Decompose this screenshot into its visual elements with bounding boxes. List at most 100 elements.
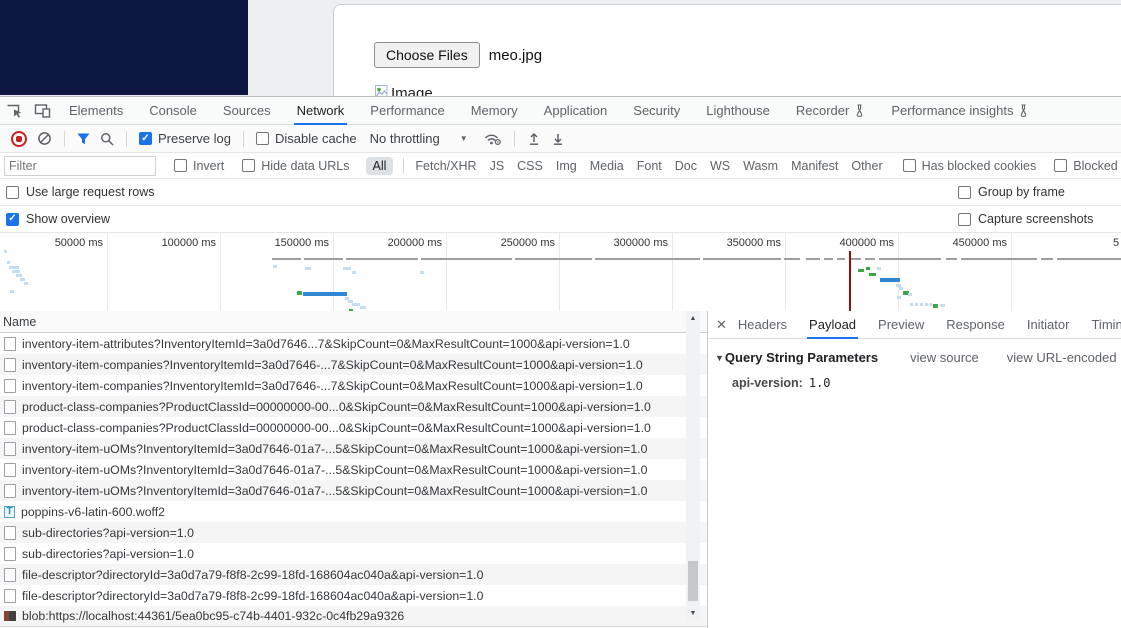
blocked-requests-checkbox[interactable]: Blocked Requests xyxy=(1054,159,1121,173)
show-overview-checkbox[interactable]: ✓ Show overview xyxy=(6,212,110,226)
hide-data-urls-label[interactable]: Hide data URLs xyxy=(261,159,349,173)
tab-lighthouse[interactable]: Lighthouse xyxy=(693,97,783,124)
tab-memory[interactable]: Memory xyxy=(458,97,531,124)
has-blocked-cookies-checkbox[interactable]: Has blocked cookies xyxy=(902,159,1037,173)
capture-screenshots-label[interactable]: Capture screenshots xyxy=(978,212,1093,226)
request-row[interactable]: file-descriptor?directoryId=3a0d7a79-f8f… xyxy=(0,564,707,585)
tab-network[interactable]: Network xyxy=(284,97,358,125)
view-url-encoded-link[interactable]: view URL-encoded xyxy=(1007,350,1117,365)
preserve-log-checkbox[interactable]: ✓ Preserve log xyxy=(139,131,231,146)
checkbox-checked[interactable]: ✓ xyxy=(139,132,152,145)
checkbox-unchecked[interactable] xyxy=(242,159,256,172)
request-row[interactable]: Tpoppins-v6-latin-600.woff2 xyxy=(0,501,707,522)
filter-type-media[interactable]: Media xyxy=(590,159,624,173)
request-row[interactable]: sub-directories?api-version=1.0 xyxy=(0,522,707,543)
checkbox-unchecked[interactable] xyxy=(958,212,971,226)
blocked-requests-label[interactable]: Blocked Requests xyxy=(1073,159,1121,173)
group-by-frame-label[interactable]: Group by frame xyxy=(978,185,1065,199)
request-row[interactable]: file-descriptor?directoryId=3a0d7a79-f8f… xyxy=(0,585,707,606)
request-row[interactable]: product-class-companies?ProductClassId=0… xyxy=(0,396,707,417)
capture-screenshots-checkbox[interactable]: Capture screenshots xyxy=(958,212,1093,226)
show-overview-label[interactable]: Show overview xyxy=(26,212,110,226)
checkbox-unchecked[interactable] xyxy=(902,159,916,172)
tab-application[interactable]: Application xyxy=(531,97,621,124)
throttling-dropdown[interactable]: No throttling ▼ xyxy=(370,131,468,146)
disclosure-triangle-icon[interactable]: ▼ xyxy=(715,353,724,363)
filter-type-js[interactable]: JS xyxy=(490,159,505,173)
group-by-frame-checkbox[interactable]: Group by frame xyxy=(958,185,1065,199)
request-row[interactable]: inventory-item-uOMs?InventoryItemId=3a0d… xyxy=(0,438,707,459)
checkbox-unchecked[interactable] xyxy=(958,185,971,199)
checkbox-unchecked[interactable] xyxy=(255,132,269,145)
hide-data-urls-checkbox[interactable]: Hide data URLs xyxy=(242,159,350,173)
use-large-request-rows-checkbox[interactable]: Use large request rows xyxy=(6,185,155,199)
request-row[interactable]: inventory-item-uOMs?InventoryItemId=3a0d… xyxy=(0,480,707,501)
details-tab-response[interactable]: Response xyxy=(935,311,1016,338)
request-row[interactable]: inventory-item-companies?InventoryItemId… xyxy=(0,375,707,396)
tab-performance[interactable]: Performance xyxy=(357,97,457,124)
filter-type-fetch-xhr[interactable]: Fetch/XHR xyxy=(415,159,476,173)
filter-type-ws[interactable]: WS xyxy=(710,159,730,173)
close-icon[interactable]: ✕ xyxy=(716,317,727,333)
invert-label[interactable]: Invert xyxy=(193,159,224,173)
request-row[interactable]: blob:https://localhost:44361/5ea0bc95-c7… xyxy=(0,606,707,627)
filter-type-manifest[interactable]: Manifest xyxy=(791,159,838,173)
scroll-up-icon[interactable]: ▲ xyxy=(686,312,700,325)
details-tab-payload[interactable]: Payload xyxy=(798,311,867,339)
scrollbar-thumb[interactable] xyxy=(688,561,698,601)
filter-toggle-icon[interactable] xyxy=(77,133,90,145)
request-row[interactable]: inventory-item-companies?InventoryItemId… xyxy=(0,354,707,375)
request-name: file-descriptor?directoryId=3a0d7a79-f8f… xyxy=(22,567,484,582)
request-row[interactable]: inventory-item-attributes?InventoryItemI… xyxy=(0,333,707,354)
search-icon[interactable] xyxy=(100,132,114,146)
timeline-gridline xyxy=(1011,233,1012,312)
tab-performance-insights[interactable]: Performance insights xyxy=(878,97,1042,124)
checkbox-checked[interactable]: ✓ xyxy=(6,212,19,226)
tab-console[interactable]: Console xyxy=(136,97,210,124)
device-toolbar-icon[interactable] xyxy=(28,97,56,124)
record-button[interactable] xyxy=(11,130,27,147)
tab-elements[interactable]: Elements xyxy=(56,97,136,124)
filter-type-all[interactable]: All xyxy=(365,156,394,175)
filter-input[interactable] xyxy=(4,155,156,176)
checkbox-unchecked[interactable] xyxy=(174,159,187,172)
scroll-down-icon[interactable]: ▼ xyxy=(686,607,700,620)
use-large-request-rows-label[interactable]: Use large request rows xyxy=(26,185,155,199)
tab-security[interactable]: Security xyxy=(620,97,693,124)
choose-files-button[interactable]: Choose Files xyxy=(374,42,480,68)
import-har-icon[interactable] xyxy=(527,132,541,146)
section-title[interactable]: Query String Parameters xyxy=(725,350,878,365)
name-column-header[interactable]: Name xyxy=(0,311,707,333)
request-row[interactable]: product-class-companies?ProductClassId=0… xyxy=(0,417,707,438)
request-row[interactable]: inventory-item-uOMs?InventoryItemId=3a0d… xyxy=(0,459,707,480)
disable-cache-checkbox[interactable]: Disable cache xyxy=(255,131,357,146)
network-overview-timeline[interactable]: 50000 ms 100000 ms 150000 ms 200000 ms 25000… xyxy=(0,233,1121,313)
filter-type-img[interactable]: Img xyxy=(556,159,577,173)
has-blocked-cookies-label[interactable]: Has blocked cookies xyxy=(922,159,1037,173)
filter-type-wasm[interactable]: Wasm xyxy=(743,159,778,173)
details-tab-timing[interactable]: Timing xyxy=(1080,311,1121,338)
table-scrollbar[interactable]: ▲ ▼ xyxy=(686,311,700,621)
details-tab-headers[interactable]: Headers xyxy=(727,311,798,338)
filter-type-font[interactable]: Font xyxy=(637,159,662,173)
checkbox-unchecked[interactable] xyxy=(6,185,19,199)
clear-button[interactable] xyxy=(37,131,52,146)
export-har-icon[interactable] xyxy=(551,132,565,146)
view-source-link[interactable]: view source xyxy=(910,350,979,365)
details-tab-initiator[interactable]: Initiator xyxy=(1016,311,1081,338)
tab-recorder[interactable]: Recorder xyxy=(783,97,878,124)
throttling-value: No throttling xyxy=(369,131,440,146)
preserve-log-label[interactable]: Preserve log xyxy=(158,131,231,146)
invert-checkbox[interactable]: Invert xyxy=(174,159,224,173)
filter-type-doc[interactable]: Doc xyxy=(675,159,697,173)
filter-type-css[interactable]: CSS xyxy=(517,159,543,173)
inspect-element-icon[interactable] xyxy=(0,97,28,124)
details-tab-preview[interactable]: Preview xyxy=(867,311,935,338)
request-row[interactable]: sub-directories?api-version=1.0 xyxy=(0,543,707,564)
checkbox-unchecked[interactable] xyxy=(1054,159,1068,172)
disable-cache-label[interactable]: Disable cache xyxy=(275,131,357,146)
network-conditions-icon[interactable] xyxy=(483,131,502,146)
tab-sources[interactable]: Sources xyxy=(210,97,284,124)
waterfall-mark xyxy=(869,273,876,276)
filter-type-other[interactable]: Other xyxy=(851,159,882,173)
